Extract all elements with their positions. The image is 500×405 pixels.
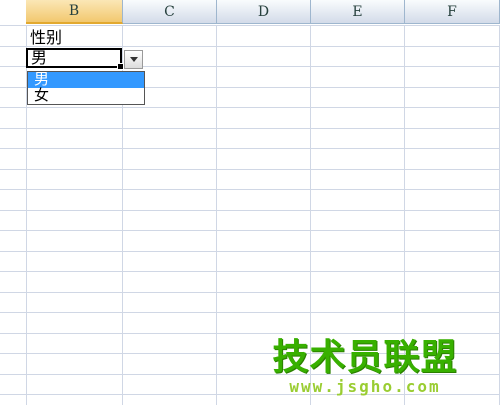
column-header-e[interactable]: E	[311, 0, 405, 24]
watermark-url: www.jsgho.com	[289, 377, 441, 396]
active-cell-value: 男	[31, 50, 48, 67]
column-header-f[interactable]: F	[405, 0, 500, 24]
row-line	[0, 148, 500, 149]
dropdown-button[interactable]	[124, 50, 143, 69]
row-line	[0, 230, 500, 231]
row-line	[0, 312, 500, 313]
row-line	[0, 168, 500, 170]
row-line	[0, 25, 500, 26]
dropdown-option-female[interactable]: 女	[28, 88, 144, 104]
dropdown-list: 男 女	[27, 71, 145, 105]
column-header-b[interactable]: B	[26, 0, 123, 24]
watermark-title: 技术员联盟	[272, 337, 458, 378]
row-line	[0, 250, 500, 252]
column-header-d[interactable]: D	[217, 0, 311, 24]
watermark: 技术员联盟 www.jsgho.com	[270, 338, 460, 396]
row-line	[0, 127, 500, 129]
active-cell-b2[interactable]: 男	[26, 48, 124, 70]
row-line	[0, 45, 500, 47]
fill-handle[interactable]	[117, 63, 124, 70]
row-line	[0, 332, 500, 334]
column-header-c[interactable]: C	[123, 0, 217, 24]
spreadsheet: B C D E F 性别 男 男 女 技术员联盟 www.jsgho.com	[0, 0, 500, 405]
dropdown-option-male[interactable]: 男	[28, 72, 144, 88]
row-line	[0, 189, 500, 190]
column-headers: B C D E F	[0, 0, 500, 25]
row-line	[0, 271, 500, 272]
row-line	[0, 107, 500, 108]
chevron-down-icon	[129, 57, 138, 62]
cell-b1[interactable]: 性别	[30, 29, 62, 47]
row-line	[0, 291, 500, 293]
row-line	[0, 209, 500, 211]
